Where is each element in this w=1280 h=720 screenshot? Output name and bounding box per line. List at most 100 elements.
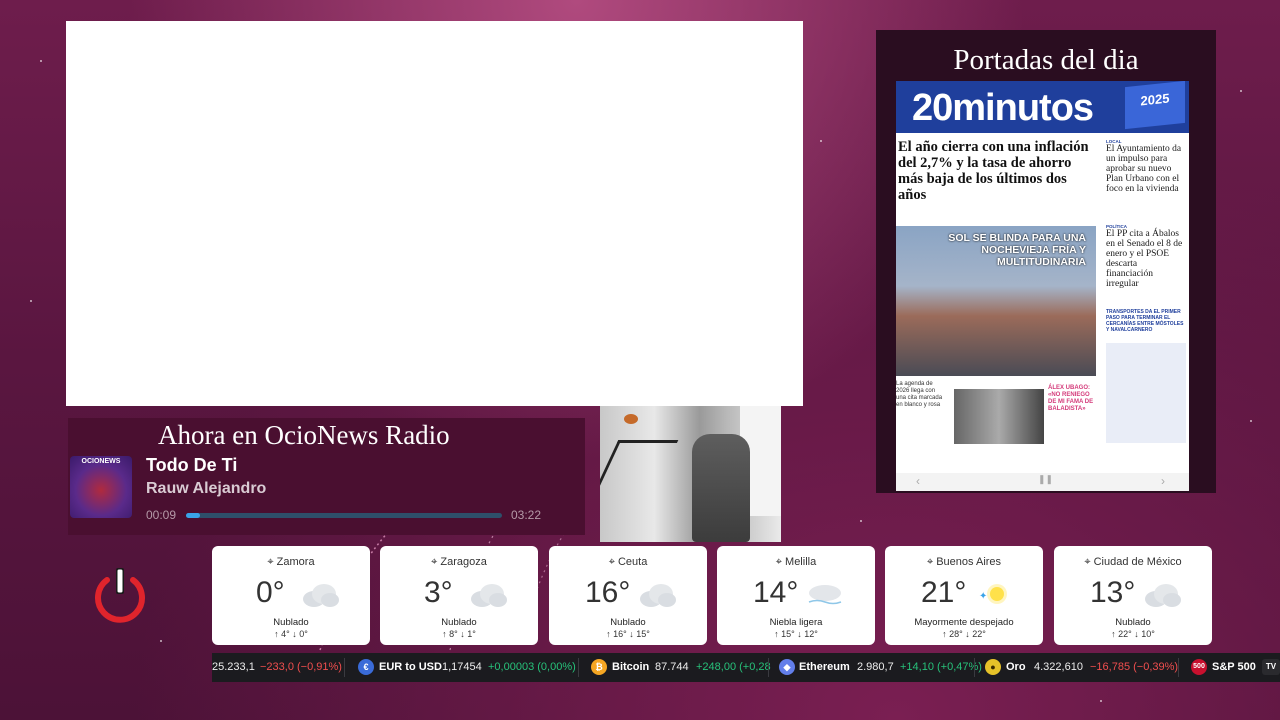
ethereum-icon: ◆ bbox=[779, 659, 795, 675]
weather-city: ⌖ Ceuta bbox=[608, 556, 648, 568]
weather-city: ⌖ Ciudad de México bbox=[1084, 556, 1182, 568]
power-icon[interactable] bbox=[93, 566, 147, 624]
weather-temp: 21° bbox=[921, 576, 967, 609]
newspaper-logo: 20minutos bbox=[912, 87, 1094, 129]
arrow-down-icon: ↓ bbox=[629, 629, 634, 639]
location-pin-icon: ⌖ bbox=[926, 556, 934, 568]
weather-card[interactable]: ⌖ Ceuta 16° Nublado ↑ 16° ↓ 15° bbox=[549, 546, 707, 645]
newspaper-cover[interactable]: 20minutos 2025 El año cierra con una inf… bbox=[896, 81, 1189, 491]
weather-range: ↑ 4° ↓ 0° bbox=[274, 629, 308, 639]
bottom-photo bbox=[954, 389, 1044, 444]
ticker-name: S&P 500 bbox=[1212, 661, 1256, 673]
arrow-up-icon: ↑ bbox=[774, 629, 779, 639]
ticker-value: 2.980,7 bbox=[857, 661, 894, 673]
newspaper-photo: SOL SE BLINDA PARA UNA NOCHEVIEJA FRÍA Y… bbox=[896, 226, 1096, 376]
cam-stair-rail bbox=[600, 440, 679, 510]
ticker-change: −16,785 (−0,39%) bbox=[1090, 661, 1179, 673]
ticker-separator bbox=[344, 658, 345, 677]
newspaper-badge: 2025 bbox=[1125, 81, 1185, 130]
weather-card[interactable]: ⌖ Zamora 0° Nublado ↑ 4° ↓ 0° bbox=[212, 546, 370, 645]
arrow-down-icon: ↓ bbox=[965, 629, 970, 639]
arrow-down-icon: ↓ bbox=[797, 629, 802, 639]
webcam-feed bbox=[600, 406, 781, 542]
arrow-up-icon: ↑ bbox=[274, 629, 279, 639]
star bbox=[820, 140, 822, 142]
newspaper-side-column: LOCAL El Ayuntamiento da un impulso para… bbox=[1106, 139, 1186, 289]
svg-text:✦: ✦ bbox=[979, 591, 987, 602]
arrow-down-icon: ↓ bbox=[1134, 629, 1139, 639]
ticker-name: Ethereum bbox=[799, 661, 850, 673]
progress-bar-fill bbox=[186, 513, 201, 518]
ticker-name: EUR to USD bbox=[379, 661, 442, 673]
portadas-panel: Portadas del dia 20minutos 2025 El año c… bbox=[876, 30, 1216, 493]
weather-condition: Nublado bbox=[610, 617, 646, 628]
cloud-icon bbox=[640, 584, 676, 607]
next-arrow-icon[interactable]: › bbox=[1161, 474, 1165, 488]
bottom-left-story: La agenda de 2026 llega con una cita mar… bbox=[896, 381, 943, 408]
ticker-separator bbox=[578, 658, 579, 677]
duration-time: 03:22 bbox=[511, 508, 542, 522]
ticker-change: −233,0 (−0,91%) bbox=[260, 661, 342, 673]
radio-title: Ahora en OcioNews Radio bbox=[158, 420, 450, 450]
weather-city: ⌖ Zaragoza bbox=[431, 556, 487, 568]
ticker-value: 87.744 bbox=[655, 661, 689, 673]
weather-city: ⌖ Melilla bbox=[775, 556, 817, 568]
weather-city: ⌖ Zamora bbox=[267, 556, 315, 568]
cloud-icon bbox=[471, 584, 507, 607]
ticker-change: +0,00003 (0,00%) bbox=[488, 661, 576, 673]
side-headline: El PP cita a Ábalos en el Senado el 8 de… bbox=[1106, 229, 1183, 289]
weather-range: ↑ 8° ↓ 1° bbox=[442, 629, 476, 639]
ticker-separator bbox=[768, 658, 769, 677]
location-pin-icon: ⌖ bbox=[1084, 556, 1091, 568]
side-link: TRANSPORTES DA EL PRIMER PASO PARA TERMI… bbox=[1106, 309, 1184, 333]
star bbox=[1240, 90, 1242, 92]
star bbox=[860, 520, 862, 522]
weather-range: ↑ 22° ↓ 10° bbox=[1111, 629, 1155, 639]
paper-nav: ‹ ❚❚ › bbox=[896, 473, 1189, 491]
weather-card[interactable]: ⌖ Melilla 14° Niebla ligera ↑ 15° ↓ 12° bbox=[717, 546, 875, 645]
pager-icon: ❚❚ bbox=[1038, 474, 1054, 484]
portadas-title: Portadas del dia bbox=[953, 44, 1139, 76]
ticker-value: 25.233,1 bbox=[212, 661, 255, 673]
weather-range: ↑ 15° ↓ 12° bbox=[774, 629, 818, 639]
arrow-up-icon: ↑ bbox=[942, 629, 947, 639]
arrow-up-icon: ↑ bbox=[606, 629, 611, 639]
weather-temp: 13° bbox=[1090, 576, 1136, 609]
album-cover-text: OCIONEWS bbox=[81, 458, 121, 465]
newspaper-headline: El año cierra con una inflación del 2,7%… bbox=[898, 139, 1089, 203]
star bbox=[160, 640, 162, 642]
star bbox=[1250, 420, 1252, 422]
weather-range: ↑ 16° ↓ 15° bbox=[606, 629, 650, 639]
weather-card[interactable]: ⌖ Ciudad de México 13° Nublado ↑ 22° ↓ 10° bbox=[1054, 546, 1212, 645]
ticker-change: +14,10 (+0,47%) bbox=[900, 661, 982, 673]
weather-card[interactable]: ⌖ Zaragoza 3° Nublado ↑ 8° ↓ 1° bbox=[380, 546, 538, 645]
star bbox=[30, 300, 32, 302]
ticker-name: Oro bbox=[1006, 661, 1026, 673]
cloud-icon bbox=[303, 584, 339, 607]
song-artist: Rauw Alejandro bbox=[146, 480, 267, 497]
arrow-down-icon: ↓ bbox=[292, 629, 297, 639]
weather-temp: 0° bbox=[256, 576, 285, 609]
elapsed-time: 00:09 bbox=[146, 508, 177, 522]
radio-widget: Ahora en OcioNews Radio OCIONEWS Todo De… bbox=[68, 418, 585, 535]
location-pin-icon: ⌖ bbox=[431, 556, 438, 568]
progress-bar[interactable] bbox=[186, 513, 502, 518]
location-pin-icon: ⌖ bbox=[608, 556, 615, 568]
weather-condition: Nublado bbox=[441, 617, 477, 628]
location-pin-icon: ⌖ bbox=[267, 556, 274, 568]
bitcoin-icon: ₿ bbox=[591, 659, 607, 675]
arrow-up-icon: ↑ bbox=[1111, 629, 1116, 639]
ticker-separator bbox=[1178, 658, 1179, 677]
side-headline: El Ayuntamiento da un impulso para aprob… bbox=[1106, 144, 1182, 194]
location-pin-icon: ⌖ bbox=[775, 556, 782, 568]
prev-arrow-icon[interactable]: ‹ bbox=[916, 474, 920, 488]
star bbox=[40, 60, 42, 62]
cam-chair bbox=[692, 434, 750, 542]
main-panel bbox=[66, 21, 803, 406]
gold-icon: ● bbox=[985, 659, 1001, 675]
cloud-icon bbox=[1145, 584, 1181, 607]
weather-condition: Mayormente despejado bbox=[914, 617, 1014, 628]
weather-card[interactable]: ⌖ Buenos Aires 21° ✦ Mayormente despejado ↑ … bbox=[885, 546, 1043, 645]
newspaper-photo-caption: SOL SE BLINDA PARA UNA NOCHEVIEJA FRÍA Y… bbox=[948, 232, 1086, 268]
weather-condition: Niebla ligera bbox=[769, 617, 823, 628]
